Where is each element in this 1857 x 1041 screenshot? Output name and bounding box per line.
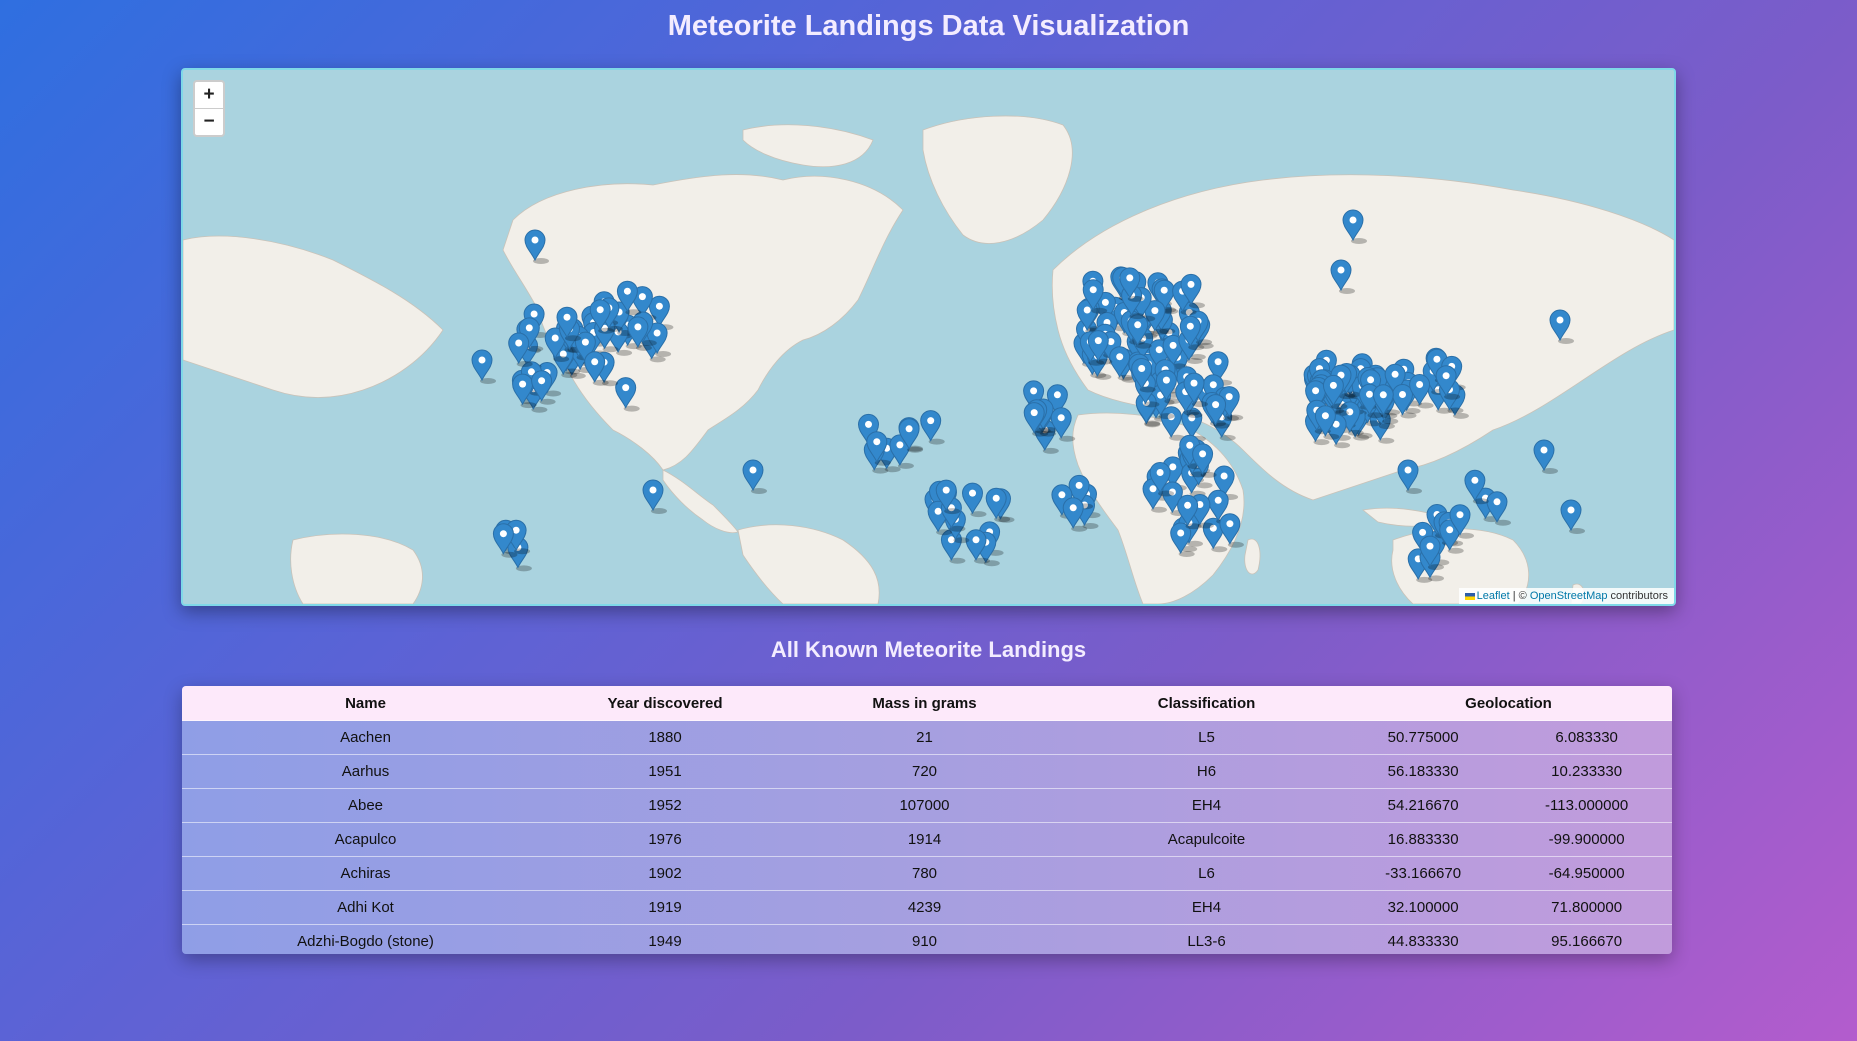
cell-classification: EH4 (1068, 890, 1345, 925)
cell-name: Aarhus (182, 754, 549, 789)
cell-longitude: 95.166670 (1501, 924, 1672, 954)
cell-name: Aachen (182, 720, 549, 755)
cell-classification: L6 (1068, 856, 1345, 891)
attribution-suffix: contributors (1607, 590, 1668, 602)
cell-latitude: 54.216670 (1345, 788, 1502, 823)
cell-longitude: 10.233330 (1501, 754, 1672, 789)
ukraine-flag-icon (1464, 592, 1475, 600)
zoom-in-button[interactable]: + (195, 82, 223, 108)
landings-table-container[interactable]: Name Year discovered Mass in grams Class… (182, 686, 1672, 954)
cell-latitude: -33.166670 (1345, 856, 1502, 891)
cell-latitude: 44.833330 (1345, 924, 1502, 954)
meteorite-map[interactable]: + − Leaflet | © OpenStreetMap contributo… (181, 68, 1676, 606)
header-mass: Mass in grams (781, 686, 1068, 721)
header-name: Name (182, 686, 549, 721)
cell-year: 1949 (549, 924, 781, 954)
page-title: Meteorite Landings Data Visualization (667, 10, 1190, 42)
cell-longitude: 71.800000 (1501, 890, 1672, 925)
zoom-control: + − (193, 80, 225, 137)
table-row: Achiras 1902 780 L6 -33.166670 -64.950000 (182, 856, 1672, 891)
landmass-madagascar (1244, 538, 1261, 575)
cell-longitude: 6.083330 (1501, 720, 1672, 755)
cell-mass: 780 (781, 856, 1068, 891)
table-row: Aarhus 1951 720 H6 56.183330 10.233330 (182, 754, 1672, 789)
cell-year: 1952 (549, 788, 781, 823)
cell-name: Achiras (182, 856, 549, 891)
cell-year: 1919 (549, 890, 781, 925)
attribution-separator: | © (1509, 590, 1530, 602)
cell-year: 1951 (549, 754, 781, 789)
cell-latitude: 32.100000 (1345, 890, 1502, 925)
cell-longitude: -99.900000 (1501, 822, 1672, 857)
header-classification: Classification (1068, 686, 1345, 721)
cell-name: Adhi Kot (182, 890, 549, 925)
landings-table: Name Year discovered Mass in grams Class… (182, 686, 1672, 954)
table-row: Aachen 1880 21 L5 50.775000 6.083330 (182, 720, 1672, 755)
cell-classification: L5 (1068, 720, 1345, 755)
cell-name: Abee (182, 788, 549, 823)
cell-longitude: -64.950000 (1501, 856, 1672, 891)
cell-mass: 910 (781, 924, 1068, 954)
map-attribution: Leaflet | © OpenStreetMap contributors (1458, 588, 1674, 604)
cell-classification: EH4 (1068, 788, 1345, 823)
cell-classification: H6 (1068, 754, 1345, 789)
cell-year: 1902 (549, 856, 781, 891)
table-row: Acapulco 1976 1914 Acapulcoite 16.883330 -99.… (182, 822, 1672, 857)
table-header-row: Name Year discovered Mass in grams Class… (182, 686, 1672, 721)
cell-classification: Acapulcoite (1068, 822, 1345, 857)
header-geolocation: Geolocation (1345, 686, 1672, 721)
cell-name: Acapulco (182, 822, 549, 857)
zoom-out-button[interactable]: − (195, 108, 223, 135)
leaflet-link[interactable]: Leaflet (1477, 590, 1510, 602)
table-row: Abee 1952 107000 EH4 54.216670 -113.000000 (182, 788, 1672, 823)
cell-latitude: 56.183330 (1345, 754, 1502, 789)
header-year: Year discovered (549, 686, 781, 721)
osm-link[interactable]: OpenStreetMap (1530, 590, 1608, 602)
cell-mass: 107000 (781, 788, 1068, 823)
table-row: Adhi Kot 1919 4239 EH4 32.100000 71.800000 (182, 890, 1672, 925)
table-row: Adzhi-Bogdo (stone) 1949 910 LL3-6 44.833330… (182, 924, 1672, 954)
cell-mass: 1914 (781, 822, 1068, 857)
cell-classification: LL3-6 (1068, 924, 1345, 954)
cell-latitude: 16.883330 (1345, 822, 1502, 857)
section-title: All Known Meteorite Landings (770, 637, 1087, 662)
cell-year: 1880 (549, 720, 781, 755)
landmass-australia-west (290, 533, 423, 604)
cell-mass: 4239 (781, 890, 1068, 925)
cell-latitude: 50.775000 (1345, 720, 1502, 755)
cell-mass: 720 (781, 754, 1068, 789)
map-tiles[interactable] (183, 70, 1674, 604)
cell-name: Adzhi-Bogdo (stone) (182, 924, 549, 954)
cell-longitude: -113.000000 (1501, 788, 1672, 823)
cell-mass: 21 (781, 720, 1068, 755)
cell-year: 1976 (549, 822, 781, 857)
